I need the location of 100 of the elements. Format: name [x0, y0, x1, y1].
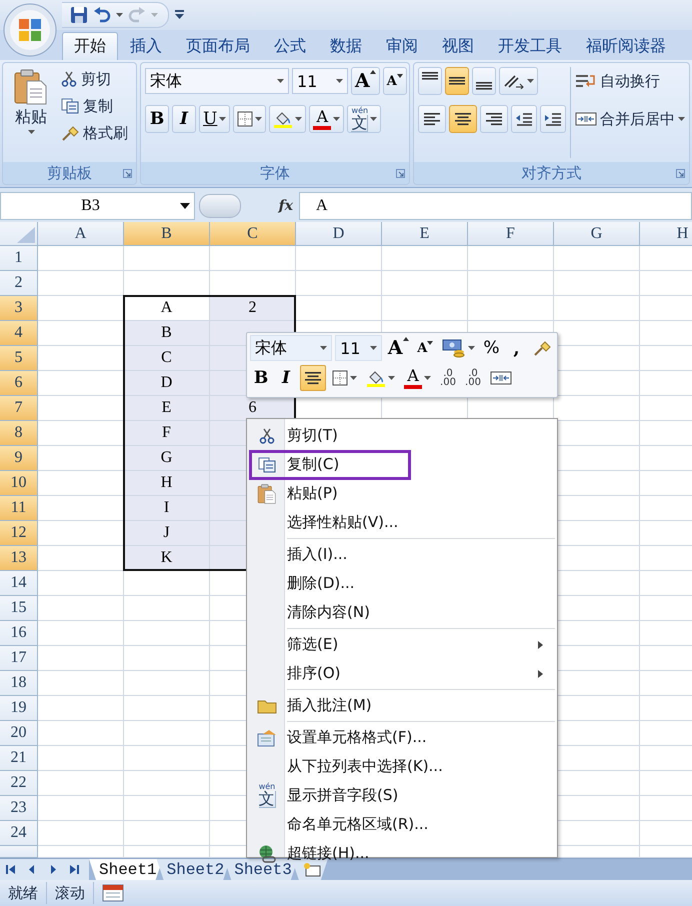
- bold-button[interactable]: B: [250, 365, 272, 391]
- menu-item[interactable]: 剪切(T): [249, 421, 555, 450]
- wrap-text-button[interactable]: 自动换行: [575, 67, 685, 95]
- menu-item[interactable]: 删除(D)...: [249, 569, 555, 598]
- row-header[interactable]: 23: [0, 796, 38, 821]
- menu-item[interactable]: 插入批注(M): [249, 691, 555, 720]
- row-header[interactable]: 7: [0, 396, 38, 421]
- center-button[interactable]: [300, 365, 326, 391]
- font-name-field[interactable]: 宋体: [145, 68, 289, 94]
- menu-item[interactable]: 筛选(E): [249, 630, 555, 659]
- ribbon-tab[interactable]: 插入: [118, 32, 174, 60]
- ribbon-tab[interactable]: 福昕阅读器: [574, 32, 678, 60]
- column-header[interactable]: B: [124, 222, 210, 246]
- row-header[interactable]: 19: [0, 696, 38, 721]
- italic-button[interactable]: I: [275, 365, 297, 391]
- column-header[interactable]: D: [296, 222, 382, 246]
- macro-record-icon[interactable]: [102, 884, 124, 902]
- increase-decimal-button[interactable]: .0 .00: [437, 365, 459, 391]
- menu-item[interactable]: 选择性粘贴(V)...: [249, 508, 555, 537]
- indent-button[interactable]: [511, 105, 537, 133]
- column-header[interactable]: A: [38, 222, 124, 246]
- row-header[interactable]: 5: [0, 346, 38, 371]
- dialog-launcher-icon[interactable]: [676, 169, 685, 178]
- phonetic-button[interactable]: wén 文: [347, 105, 382, 133]
- save-icon[interactable]: [70, 6, 88, 24]
- row-header[interactable]: 6: [0, 371, 38, 396]
- row-header[interactable]: 16: [0, 621, 38, 646]
- column-header[interactable]: C: [210, 222, 296, 246]
- menu-item[interactable]: 设置单元格格式(F)...: [249, 723, 555, 752]
- first-sheet-icon[interactable]: [6, 864, 16, 875]
- ribbon-tab[interactable]: 开始: [62, 32, 118, 60]
- copy-button[interactable]: 复制: [61, 94, 128, 118]
- align-button[interactable]: [472, 67, 496, 95]
- row-header[interactable]: 24: [0, 821, 38, 846]
- row-header[interactable]: 11: [0, 496, 38, 521]
- menu-item[interactable]: 从下拉列表中选择(K)...: [249, 752, 555, 781]
- ribbon-tab[interactable]: 审阅: [374, 32, 430, 60]
- row-header[interactable]: 8: [0, 421, 38, 446]
- column-header[interactable]: G: [554, 222, 640, 246]
- font-color-button[interactable]: A: [309, 105, 344, 133]
- merge-center-button[interactable]: 合并后居中: [575, 105, 685, 133]
- menu-item[interactable]: 清除内容(N): [249, 598, 555, 627]
- menu-item[interactable]: 排序(O): [249, 659, 555, 688]
- decrease-decimal-button[interactable]: .0 .00: [462, 365, 484, 391]
- row-header[interactable]: 20: [0, 721, 38, 746]
- row-header[interactable]: 18: [0, 671, 38, 696]
- row-header[interactable]: 15: [0, 596, 38, 621]
- insert-function-button[interactable]: fx: [241, 198, 299, 214]
- paste-button[interactable]: 粘贴: [7, 67, 55, 158]
- comma-style-button[interactable]: ,: [505, 335, 528, 361]
- bold-button[interactable]: B: [145, 105, 169, 133]
- grow-font-button[interactable]: A: [385, 335, 412, 361]
- dialog-launcher-icon[interactable]: [396, 169, 405, 178]
- format-painter-button[interactable]: 格式刷: [61, 121, 128, 145]
- ribbon-tab[interactable]: 开发工具: [486, 32, 574, 60]
- row-header[interactable]: 1: [0, 246, 38, 271]
- column-header[interactable]: F: [468, 222, 554, 246]
- row-header[interactable]: 4: [0, 321, 38, 346]
- grow-font-button[interactable]: A: [351, 67, 380, 95]
- row-header[interactable]: 3: [0, 296, 38, 321]
- menu-item[interactable]: 粘贴(P): [249, 479, 555, 508]
- ribbon-tab[interactable]: 页面布局: [174, 32, 262, 60]
- ribbon-tab[interactable]: 视图: [430, 32, 486, 60]
- fill-color-button[interactable]: [269, 105, 306, 133]
- row-header[interactable]: 17: [0, 646, 38, 671]
- borders-button[interactable]: [233, 105, 266, 133]
- indent-button[interactable]: [540, 105, 566, 133]
- align-button[interactable]: [418, 105, 446, 133]
- shrink-font-button[interactable]: A: [382, 67, 407, 95]
- previous-sheet-icon[interactable]: [27, 864, 37, 875]
- row-header[interactable]: 22: [0, 771, 38, 796]
- underline-button[interactable]: U: [199, 105, 230, 133]
- column-header[interactable]: H: [640, 222, 692, 246]
- italic-button[interactable]: I: [172, 105, 196, 133]
- menu-item[interactable]: 复制(C): [249, 450, 555, 479]
- row-header[interactable]: 12: [0, 521, 38, 546]
- menu-item[interactable]: 命名单元格区域(R)...: [249, 810, 555, 839]
- next-sheet-icon[interactable]: [48, 864, 58, 875]
- align-button[interactable]: [449, 105, 477, 133]
- orientation-button[interactable]: [499, 67, 538, 95]
- row-header[interactable]: 2: [0, 271, 38, 296]
- dialog-launcher-icon[interactable]: [123, 169, 132, 178]
- cut-button[interactable]: 剪切: [61, 67, 128, 91]
- last-sheet-icon[interactable]: [69, 864, 79, 875]
- align-button[interactable]: [480, 105, 508, 133]
- undo-icon[interactable]: [93, 6, 111, 24]
- ribbon-tab[interactable]: 数据: [318, 32, 374, 60]
- row-header[interactable]: 21: [0, 746, 38, 771]
- row-header[interactable]: 14: [0, 571, 38, 596]
- align-button[interactable]: [445, 67, 469, 95]
- column-header[interactable]: E: [382, 222, 468, 246]
- splitter-handle[interactable]: [199, 194, 241, 218]
- font-color-button[interactable]: A: [401, 365, 434, 391]
- row-header[interactable]: 9: [0, 446, 38, 471]
- shrink-font-button[interactable]: A: [414, 335, 436, 361]
- row-header[interactable]: 13: [0, 546, 38, 571]
- insert-sheet-button[interactable]: [292, 859, 328, 880]
- align-button[interactable]: [418, 67, 442, 95]
- ribbon-tab[interactable]: 公式: [262, 32, 318, 60]
- percent-button[interactable]: %: [480, 335, 502, 361]
